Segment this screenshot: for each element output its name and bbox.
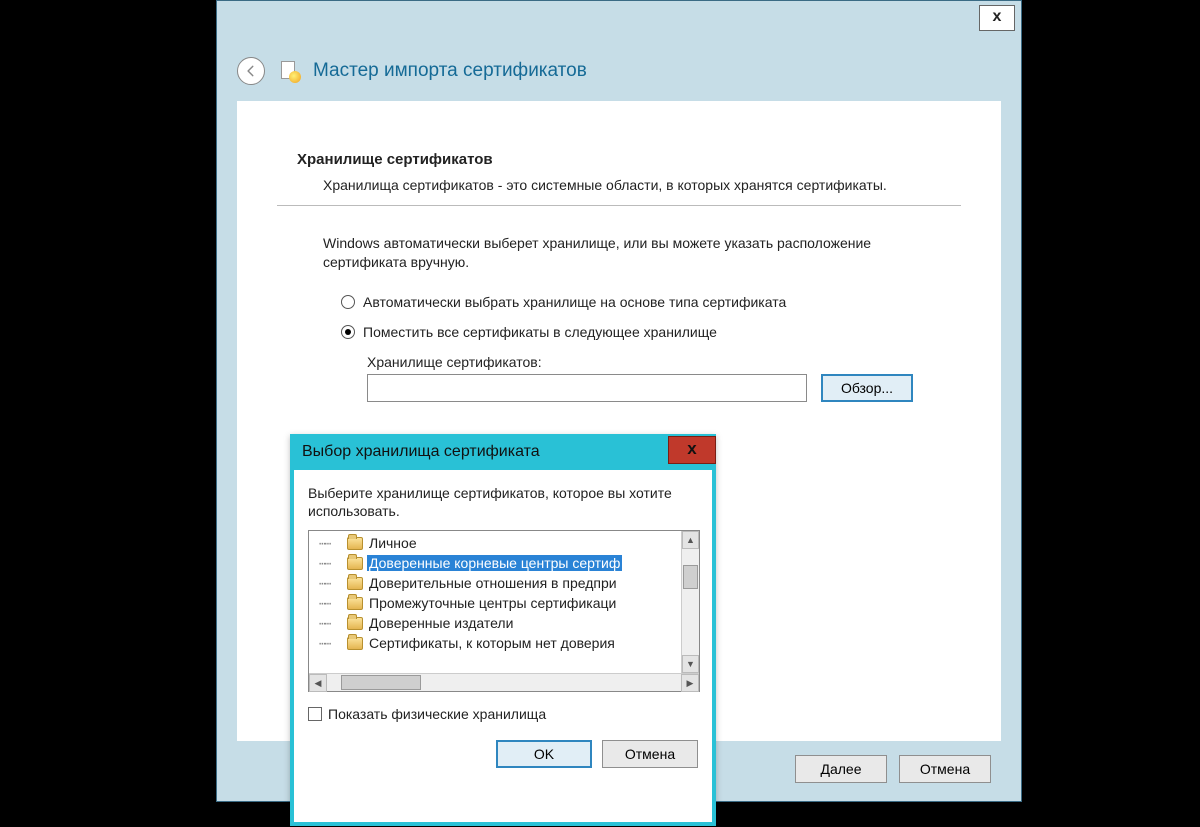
store-tree-item[interactable]: ⋯⋯ Доверенные издатели	[309, 613, 681, 633]
tree-connector-icon: ⋯⋯	[319, 577, 343, 590]
folder-icon	[347, 597, 363, 610]
store-tree-item-label: Доверенные корневые центры сертиф	[367, 555, 622, 571]
picker-cancel-button[interactable]: Отмена	[602, 740, 698, 768]
tree-connector-icon: ⋯⋯	[319, 557, 343, 570]
hscroll-track-icon[interactable]	[327, 674, 681, 691]
picker-body: Выберите хранилище сертификатов, которое…	[294, 470, 712, 730]
store-tree-item-label: Сертификаты, к которым нет доверия	[367, 635, 617, 651]
picker-footer: OK Отмена	[294, 730, 712, 778]
store-tree-item[interactable]: ⋯⋯ Доверенные корневые центры сертиф	[309, 553, 681, 573]
store-tree: ⋯⋯ Личное ⋯⋯ Доверенные корневые центры сер…	[308, 530, 700, 692]
picker-titlebar[interactable]: Выбор хранилища сертификата x	[290, 434, 716, 470]
scroll-track-icon[interactable]	[682, 549, 699, 655]
divider	[277, 205, 961, 206]
cancel-button[interactable]: Отмена	[899, 755, 991, 783]
radio-auto[interactable]	[341, 295, 355, 309]
folder-icon	[347, 577, 363, 590]
radio-manual-label: Поместить все сертификаты в следующее хр…	[363, 324, 717, 340]
picker-title: Выбор хранилища сертификата	[302, 443, 668, 461]
store-radio-group: Автоматически выбрать хранилище на основ…	[297, 294, 941, 340]
store-picker-dialog: Выбор хранилища сертификата x Выберите х…	[290, 434, 716, 826]
scroll-down-button[interactable]: ▼	[682, 655, 699, 673]
radio-auto-label: Автоматически выбрать хранилище на основ…	[363, 294, 786, 310]
show-physical-checkbox[interactable]	[308, 707, 322, 721]
picker-close-button[interactable]: x	[668, 436, 716, 464]
tree-connector-icon: ⋯⋯	[319, 537, 343, 550]
tree-connector-icon: ⋯⋯	[319, 617, 343, 630]
scroll-left-button[interactable]: ◀	[309, 674, 327, 692]
section-description: Хранилища сертификатов - это системные о…	[297, 176, 941, 195]
arrow-left-icon	[244, 64, 258, 78]
picker-ok-button[interactable]: OK	[496, 740, 592, 768]
store-tree-item-label: Доверенные издатели	[367, 615, 515, 631]
tree-connector-icon: ⋯⋯	[319, 637, 343, 650]
radio-manual-row[interactable]: Поместить все сертификаты в следующее хр…	[341, 324, 941, 340]
store-field-row: Обзор...	[297, 374, 941, 402]
wizard-header: Мастер импорта сертификатов	[237, 51, 1001, 91]
scroll-right-button[interactable]: ▶	[681, 674, 699, 692]
folder-icon	[347, 637, 363, 650]
store-input[interactable]	[367, 374, 807, 402]
store-tree-item[interactable]: ⋯⋯ Доверительные отношения в предпри	[309, 573, 681, 593]
radio-auto-row[interactable]: Автоматически выбрать хранилище на основ…	[341, 294, 941, 310]
browse-button[interactable]: Обзор...	[821, 374, 913, 402]
store-field-label: Хранилище сертификатов:	[297, 354, 941, 370]
certificate-icon	[277, 59, 301, 83]
picker-prompt: Выберите хранилище сертификатов, которое…	[308, 484, 698, 520]
folder-icon	[347, 537, 363, 550]
store-tree-item-label: Доверительные отношения в предпри	[367, 575, 619, 591]
back-button[interactable]	[237, 57, 265, 85]
auto-select-hint: Windows автоматически выберет хранилище,…	[297, 234, 941, 272]
radio-manual[interactable]	[341, 325, 355, 339]
folder-icon	[347, 557, 363, 570]
store-tree-item[interactable]: ⋯⋯ Личное	[309, 533, 681, 553]
store-tree-item-label: Промежуточные центры сертификаци	[367, 595, 618, 611]
store-tree-item-label: Личное	[367, 535, 419, 551]
wizard-close-button[interactable]: x	[979, 5, 1015, 31]
show-physical-row[interactable]: Показать физические хранилища	[308, 706, 698, 722]
hscroll-thumb[interactable]	[341, 675, 421, 690]
horizontal-scrollbar[interactable]: ◀ ▶	[309, 673, 699, 691]
store-tree-item[interactable]: ⋯⋯ Сертификаты, к которым нет доверия	[309, 633, 681, 653]
vertical-scrollbar[interactable]: ▲ ▼	[681, 531, 699, 673]
tree-connector-icon: ⋯⋯	[319, 597, 343, 610]
folder-icon	[347, 617, 363, 630]
scroll-up-button[interactable]: ▲	[682, 531, 699, 549]
section-heading: Хранилище сертификатов	[297, 151, 941, 168]
scroll-thumb[interactable]	[683, 565, 698, 589]
next-button[interactable]: Далее	[795, 755, 887, 783]
show-physical-label: Показать физические хранилища	[328, 706, 546, 722]
store-tree-item[interactable]: ⋯⋯ Промежуточные центры сертификаци	[309, 593, 681, 613]
store-tree-list[interactable]: ⋯⋯ Личное ⋯⋯ Доверенные корневые центры сер…	[309, 531, 681, 673]
wizard-title: Мастер импорта сертификатов	[313, 60, 587, 82]
wizard-footer: Далее Отмена	[795, 755, 991, 783]
